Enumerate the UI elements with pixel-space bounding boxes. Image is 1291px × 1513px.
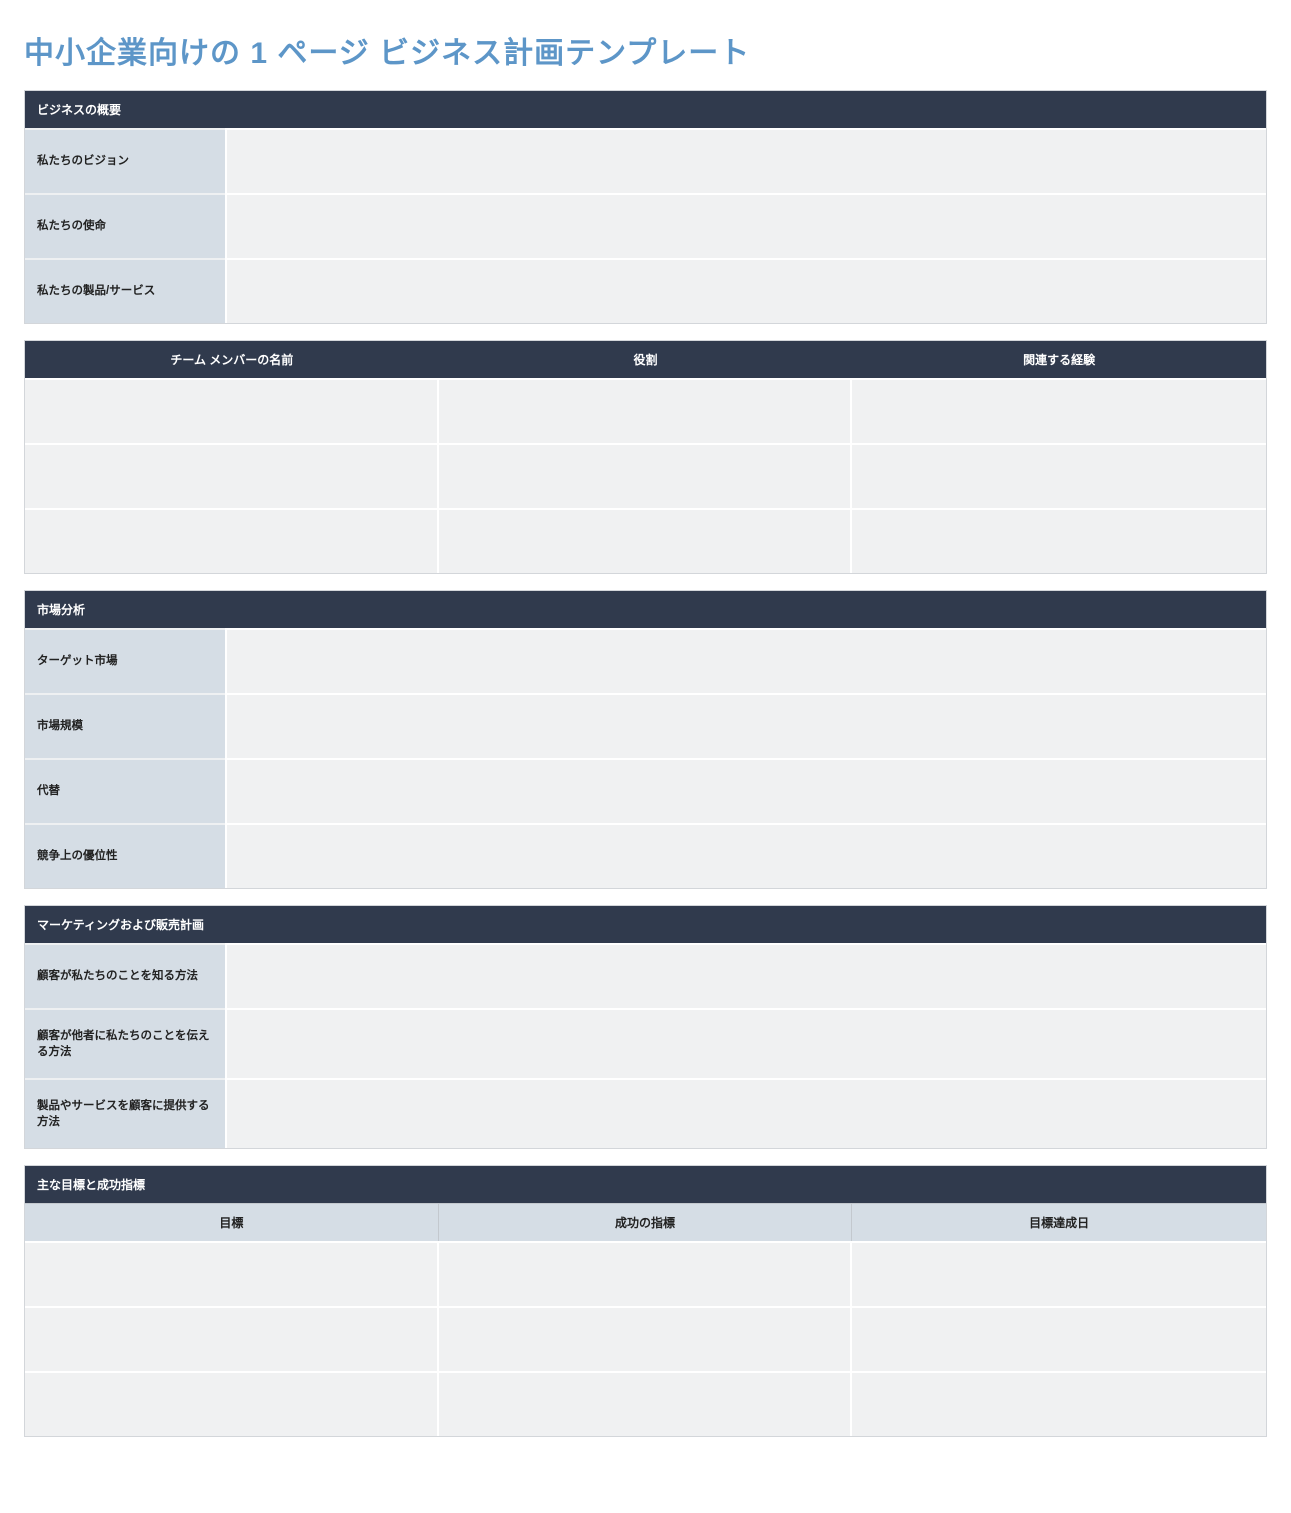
market-analysis-section: 市場分析 ターゲット市場 市場規模 代替 競争上の優位性: [24, 590, 1267, 889]
team-col-name: チーム メンバーの名前: [25, 341, 439, 378]
business-overview-header: ビジネスの概要: [25, 91, 1266, 128]
goals-cell[interactable]: [25, 1373, 437, 1433]
goals-cell[interactable]: [25, 1308, 437, 1368]
team-section: チーム メンバーの名前 役割 関連する経験: [24, 340, 1267, 574]
market-target-input[interactable]: [227, 630, 1266, 690]
team-cell[interactable]: [25, 380, 437, 440]
overview-row-label: 私たちの製品/サービス: [25, 258, 225, 323]
team-col-role: 役割: [439, 341, 853, 378]
marketing-tell-input[interactable]: [227, 1013, 1266, 1073]
overview-product-input[interactable]: [227, 260, 1266, 320]
goals-cell[interactable]: [439, 1243, 851, 1303]
goals-col-metric: 成功の指標: [439, 1203, 853, 1241]
team-cell[interactable]: [25, 510, 437, 570]
goals-header: 主な目標と成功指標: [25, 1166, 1266, 1203]
goals-section: 主な目標と成功指標 目標 成功の指標 目標達成日: [24, 1165, 1267, 1437]
market-row-label: 市場規模: [25, 693, 225, 758]
marketing-row-label: 顧客が私たちのことを知る方法: [25, 943, 225, 1008]
goals-cell[interactable]: [852, 1308, 1266, 1368]
team-cell[interactable]: [439, 510, 851, 570]
goals-col-date: 目標達成日: [852, 1203, 1266, 1241]
team-cell[interactable]: [852, 445, 1266, 505]
market-size-input[interactable]: [227, 695, 1266, 755]
team-cell[interactable]: [852, 380, 1266, 440]
marketing-row-label: 顧客が他者に私たちのことを伝える方法: [25, 1008, 225, 1078]
team-col-exp: 関連する経験: [852, 341, 1266, 378]
team-cell[interactable]: [852, 510, 1266, 570]
market-advantage-input[interactable]: [227, 825, 1266, 885]
marketing-deliver-input[interactable]: [227, 1083, 1266, 1143]
market-header: 市場分析: [25, 591, 1266, 628]
goals-cell[interactable]: [852, 1243, 1266, 1303]
overview-mission-input[interactable]: [227, 195, 1266, 255]
goals-cell[interactable]: [852, 1373, 1266, 1433]
team-cell[interactable]: [439, 380, 851, 440]
business-overview-section: ビジネスの概要 私たちのビジョン 私たちの使命 私たちの製品/サービス: [24, 90, 1267, 324]
marketing-know-input[interactable]: [227, 945, 1266, 1005]
market-row-label: 競争上の優位性: [25, 823, 225, 888]
market-row-label: 代替: [25, 758, 225, 823]
goals-cell[interactable]: [439, 1373, 851, 1433]
overview-vision-input[interactable]: [227, 130, 1266, 190]
overview-row-label: 私たちの使命: [25, 193, 225, 258]
market-row-label: ターゲット市場: [25, 628, 225, 693]
page-title: 中小企業向けの 1 ページ ビジネス計画テンプレート: [24, 28, 1267, 72]
overview-row-label: 私たちのビジョン: [25, 128, 225, 193]
goals-cell[interactable]: [439, 1308, 851, 1368]
goals-col-goal: 目標: [25, 1203, 439, 1241]
marketing-row-label: 製品やサービスを顧客に提供する方法: [25, 1078, 225, 1148]
team-cell[interactable]: [25, 445, 437, 505]
team-cell[interactable]: [439, 445, 851, 505]
marketing-plan-section: マーケティングおよび販売計画 顧客が私たちのことを知る方法 顧客が他者に私たちの…: [24, 905, 1267, 1149]
market-alt-input[interactable]: [227, 760, 1266, 820]
marketing-header: マーケティングおよび販売計画: [25, 906, 1266, 943]
goals-cell[interactable]: [25, 1243, 437, 1303]
